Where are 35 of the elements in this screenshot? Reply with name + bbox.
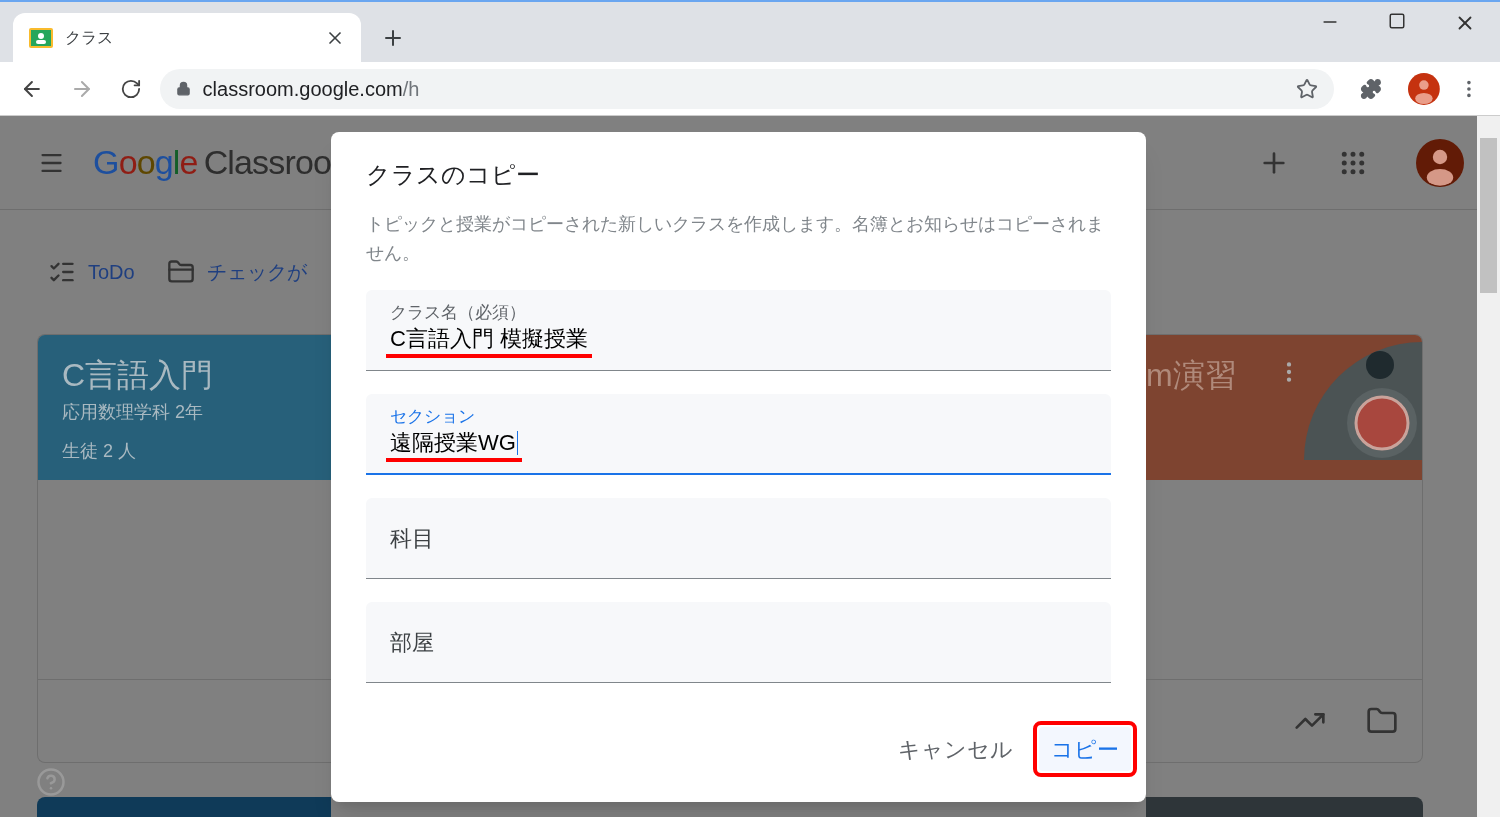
field-label: 部屋 bbox=[390, 628, 434, 657]
folder-icon bbox=[166, 258, 195, 286]
cancel-button[interactable]: キャンセル bbox=[886, 727, 1025, 771]
field-label: 科目 bbox=[390, 524, 434, 553]
browser-tab[interactable]: クラス bbox=[13, 13, 361, 62]
classroom-favicon bbox=[29, 27, 53, 48]
card-title: C言語入門 bbox=[62, 356, 215, 395]
card-section: 応用数理学科 2年 bbox=[62, 399, 307, 426]
field-label: クラス名（必須） bbox=[390, 302, 526, 324]
dialog-title: クラスのコピー bbox=[366, 160, 541, 190]
field-label: セクション bbox=[390, 405, 475, 428]
field-value: C言語入門 模擬授業 bbox=[390, 325, 588, 353]
extensions-icon[interactable] bbox=[1360, 77, 1383, 100]
profile-avatar[interactable] bbox=[1408, 72, 1441, 105]
copy-button[interactable]: コピー bbox=[1039, 727, 1131, 771]
text-field[interactable]: クラス名（必須） C言語入門 模擬授業 bbox=[366, 290, 1111, 371]
text-field[interactable]: セクション 遠隔授業WG bbox=[366, 394, 1111, 475]
text-field[interactable]: 科目 bbox=[366, 498, 1111, 579]
dialog-description: トピックと授業がコピーされた新しいクラスを作成します。名簿とお知らせはコピーされません。 bbox=[366, 213, 1105, 265]
field-value: 遠隔授業WG bbox=[390, 428, 516, 457]
card-student-count: 生徒 2 人 bbox=[62, 440, 137, 463]
text-field[interactable]: 部屋 bbox=[366, 602, 1111, 683]
maximize-icon[interactable] bbox=[1388, 12, 1406, 30]
lock-icon bbox=[175, 81, 191, 96]
scrollbar[interactable] bbox=[1477, 116, 1500, 817]
account-avatar[interactable] bbox=[1416, 138, 1464, 187]
address-bar[interactable]: classroom.google.com/h bbox=[159, 68, 1335, 109]
app-logo[interactable]: Google Classroo bbox=[93, 137, 331, 188]
card-title: m演習 bbox=[1146, 356, 1237, 395]
url-text: classroom.google.com/h bbox=[202, 76, 421, 102]
tab-title: クラス bbox=[65, 27, 114, 48]
reload-icon[interactable] bbox=[119, 77, 142, 100]
bookmark-star-icon[interactable] bbox=[1296, 77, 1319, 100]
text-cursor bbox=[516, 430, 518, 455]
class-card[interactable]: C言語入門 応用数理学科 2年 生徒 2 人 bbox=[37, 334, 331, 763]
